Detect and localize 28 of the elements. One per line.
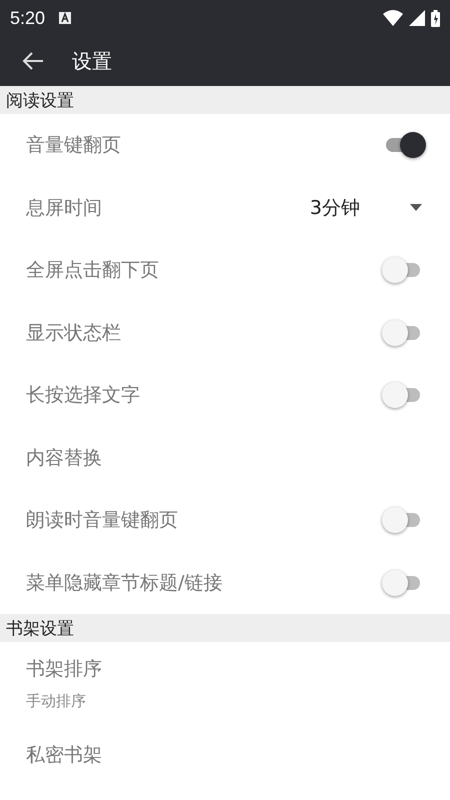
setting-label[interactable]: 显示状态栏 [26,320,386,346]
back-arrow-icon[interactable] [22,52,44,70]
toggle-switch[interactable] [400,132,426,158]
battery-icon [431,10,440,26]
toggle-switch[interactable] [382,570,408,596]
setting-label[interactable]: 全屏点击翻下页 [26,257,386,284]
section-header: 书架设置 [0,614,450,642]
toggle-switch[interactable] [382,507,408,534]
signal-icon [409,10,425,26]
status-time: 5:20 [10,8,46,28]
notification-icon [59,12,72,24]
dropdown-arrow-icon[interactable] [410,204,422,212]
wifi-icon [383,10,403,26]
setting-label[interactable]: 长按选择文字 [26,382,386,408]
toolbar-title: 设置 [72,48,112,74]
toggle-switch[interactable] [382,320,408,346]
setting-label[interactable]: 音量键翻页 [26,132,386,158]
setting-label[interactable]: 私密书架 [26,742,422,768]
toggle-switch[interactable] [382,257,408,284]
setting-summary: 手动排序 [26,692,87,710]
toggle-switch[interactable] [382,382,408,408]
setting-label[interactable]: 书架排序 [26,656,422,682]
setting-label[interactable]: 息屏时间 [26,194,310,221]
setting-label[interactable]: 朗读时音量键翻页 [26,507,386,534]
setting-label[interactable]: 菜单隐藏章节标题/链接 [26,570,386,596]
dropdown-value[interactable]: 3分钟 [310,194,360,221]
setting-label[interactable]: 内容替换 [26,444,422,471]
section-header: 阅读设置 [0,86,450,114]
